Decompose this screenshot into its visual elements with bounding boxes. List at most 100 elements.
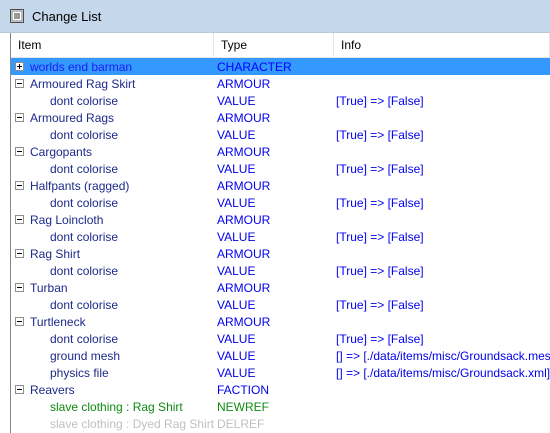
item-cell: dont colorise [11,94,214,108]
info-cell: [True] => [False] [336,93,424,108]
change-list-tree[interactable]: Item Type Info worlds end barman CHARACTE… [10,33,550,433]
item-label: slave clothing : Dyed Rag Shirt [50,416,214,431]
item-cell: Armoured Rags [11,111,214,125]
type-cell: ARMOUR [217,314,271,329]
item-label: Rag Shirt [30,246,81,261]
tree-row[interactable]: Halfpants (ragged) ARMOUR [11,177,550,194]
title-bar: Change List [0,0,550,33]
item-cell: worlds end barman [11,60,214,74]
change-list-window: Change List Item Type Info worlds end ba… [0,0,550,433]
item-label: dont colorise [50,331,119,346]
tree-row[interactable]: Turtleneck ARMOUR [11,313,550,330]
item-label: Rag Loincloth [30,212,104,227]
tree-row[interactable]: physics file VALUE [] => [./data/items/mis… [11,364,550,381]
type-cell: ARMOUR [217,280,271,295]
tree-row[interactable]: dont colorise VALUE [True] => [False] [11,296,550,313]
tree-row[interactable]: Armoured Rags ARMOUR [11,109,550,126]
item-label: Armoured Rags [30,110,115,125]
type-cell: ARMOUR [217,144,271,159]
info-cell: [True] => [False] [336,263,424,278]
item-label: dont colorise [50,229,119,244]
tree-rows: worlds end barman CHARACTER Armoured Rag S… [11,58,550,432]
item-label: dont colorise [50,195,119,210]
item-cell: physics file [11,366,214,380]
type-cell: ARMOUR [217,246,271,261]
item-label: dont colorise [50,161,119,176]
collapse-icon[interactable] [15,283,24,292]
type-cell: VALUE [217,365,256,380]
info-cell: [] => [./data/items/misc/Groundsack.mesh… [336,348,550,363]
tree-row[interactable]: Rag Shirt ARMOUR [11,245,550,262]
info-cell: [True] => [False] [336,297,424,312]
tree-row[interactable]: Rag Loincloth ARMOUR [11,211,550,228]
tree-row[interactable]: dont colorise VALUE [True] => [False] [11,92,550,109]
tree-row[interactable]: ground mesh VALUE [] => [./data/items/misc… [11,347,550,364]
item-label: dont colorise [50,297,119,312]
app-icon [10,9,24,23]
item-label: Reavers [30,382,75,397]
item-cell: dont colorise [11,230,214,244]
tree-row[interactable]: dont colorise VALUE [True] => [False] [11,262,550,279]
tree-row[interactable]: Armoured Rag Skirt ARMOUR [11,75,550,92]
item-cell: Turtleneck [11,315,214,329]
type-cell: CHARACTER [217,59,292,74]
info-cell: [True] => [False] [336,127,424,142]
tree-row[interactable]: dont colorise VALUE [True] => [False] [11,126,550,143]
column-header-type[interactable]: Type [214,33,334,57]
info-cell: [True] => [False] [336,195,424,210]
tree-row[interactable]: dont colorise VALUE [True] => [False] [11,194,550,211]
tree-row[interactable]: Reavers FACTION [11,381,550,398]
collapse-icon[interactable] [15,113,24,122]
type-cell: VALUE [217,161,256,176]
type-cell: NEWREF [217,399,269,414]
item-cell: Reavers [11,383,214,397]
item-label: slave clothing : Rag Shirt [50,399,183,414]
collapse-icon[interactable] [15,147,24,156]
item-label: dont colorise [50,263,119,278]
collapse-icon[interactable] [15,181,24,190]
tree-row[interactable]: dont colorise VALUE [True] => [False] [11,330,550,347]
collapse-icon[interactable] [15,385,24,394]
info-cell: [] => [./data/items/misc/Groundsack.xml] [336,365,550,380]
column-header-info[interactable]: Info [334,33,550,57]
column-header: Item Type Info [11,33,550,58]
collapse-icon[interactable] [15,79,24,88]
item-cell: dont colorise [11,298,214,312]
item-cell: dont colorise [11,332,214,346]
collapse-icon[interactable] [15,249,24,258]
type-cell: VALUE [217,229,256,244]
info-cell: [True] => [False] [336,161,424,176]
column-header-item[interactable]: Item [11,33,214,57]
item-cell: ground mesh [11,349,214,363]
type-cell: ARMOUR [217,212,271,227]
item-label: Halfpants (ragged) [30,178,130,193]
item-cell: Rag Loincloth [11,213,214,227]
expand-icon[interactable] [15,62,24,71]
item-cell: Cargopants [11,145,214,159]
info-cell: [True] => [False] [336,229,424,244]
tree-row[interactable]: slave clothing : Rag Shirt NEWREF [11,398,550,415]
tree-row[interactable]: slave clothing : Dyed Rag Shirt DELREF [11,415,550,432]
item-label: Armoured Rag Skirt [30,76,136,91]
type-cell: VALUE [217,195,256,210]
window-title: Change List [32,8,102,24]
item-label: Turban [30,280,68,295]
type-cell: ARMOUR [217,178,271,193]
item-label: physics file [50,365,109,380]
collapse-icon[interactable] [15,215,24,224]
info-cell: [True] => [False] [336,331,424,346]
type-cell: FACTION [217,382,270,397]
item-cell: dont colorise [11,196,214,210]
type-cell: DELREF [217,416,265,431]
tree-row[interactable]: Cargopants ARMOUR [11,143,550,160]
item-label: dont colorise [50,93,119,108]
item-cell: dont colorise [11,264,214,278]
collapse-icon[interactable] [15,317,24,326]
tree-row[interactable]: dont colorise VALUE [True] => [False] [11,228,550,245]
type-cell: VALUE [217,297,256,312]
item-cell: slave clothing : Dyed Rag Shirt [11,417,214,431]
type-cell: ARMOUR [217,76,271,91]
tree-row[interactable]: Turban ARMOUR [11,279,550,296]
tree-row[interactable]: worlds end barman CHARACTER [11,58,550,75]
tree-row[interactable]: dont colorise VALUE [True] => [False] [11,160,550,177]
